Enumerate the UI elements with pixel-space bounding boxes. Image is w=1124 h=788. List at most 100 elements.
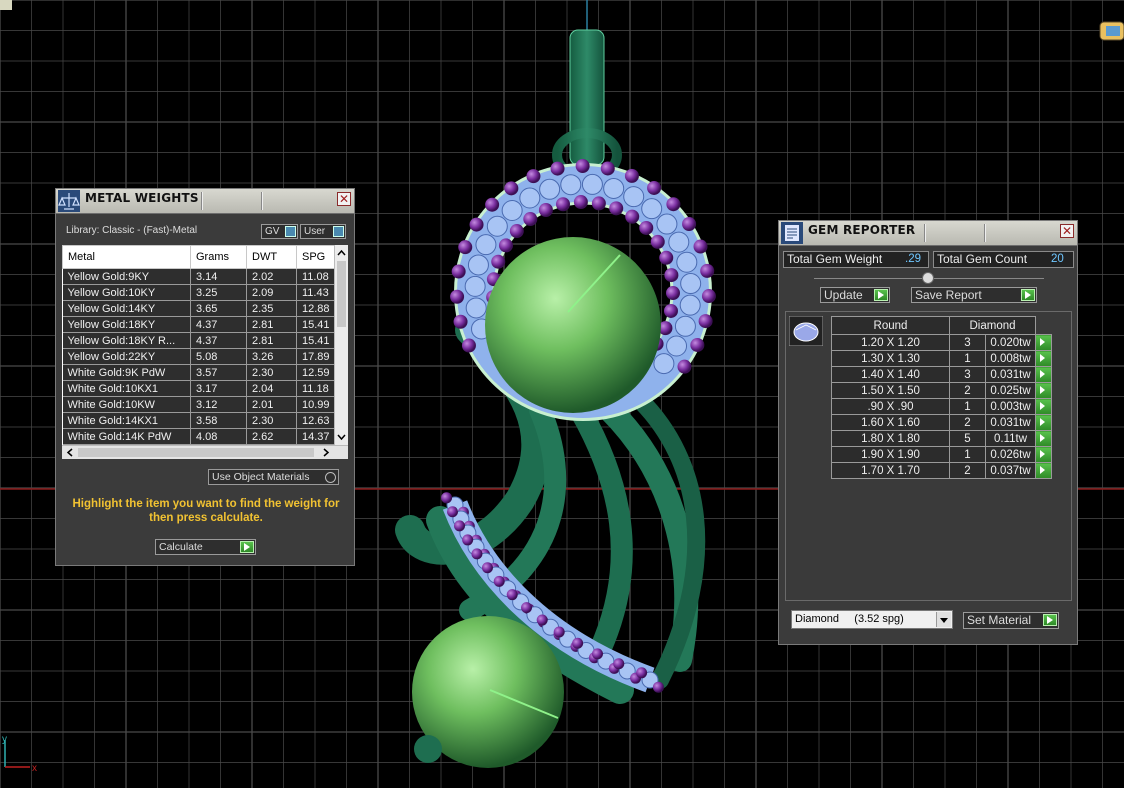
metal-table-vertical-scrollbar[interactable] — [334, 245, 348, 445]
prong-bead — [506, 589, 518, 601]
arrow-right-icon[interactable] — [1035, 446, 1052, 463]
metal-weights-panel: METAL WEIGHTS ✕ Library: Classic - (Fast… — [55, 188, 355, 566]
calculate-button[interactable]: Calculate — [155, 539, 256, 555]
prong-bead — [693, 239, 708, 254]
scroll-right-icon[interactable] — [320, 446, 332, 459]
prong-bead — [462, 534, 474, 546]
blue-gem — [623, 186, 645, 208]
prong-bead — [491, 254, 506, 269]
gem-table-row[interactable]: 1.60 X 1.60 2 0.031tw — [831, 414, 1052, 431]
gem-reporter-title: GEM REPORTER — [808, 223, 916, 237]
report-icon — [781, 222, 803, 244]
metal-table-column-header[interactable]: Metal — [62, 245, 191, 269]
prong-bead — [450, 289, 465, 304]
h-scroll-thumb[interactable] — [78, 448, 314, 457]
prong-bead — [624, 168, 639, 183]
update-button-label: Update — [824, 288, 863, 302]
metal-table-cell: 3.57 — [190, 364, 247, 381]
blue-gem — [539, 178, 561, 200]
scroll-left-icon[interactable] — [64, 446, 76, 459]
metal-table-cell: 2.35 — [246, 300, 297, 317]
prong-bead — [591, 196, 606, 211]
slider-handle[interactable] — [922, 272, 934, 284]
scroll-down-icon[interactable] — [335, 431, 348, 443]
metal-table-cell: 3.26 — [246, 348, 297, 365]
total-gem-weight-label: Total Gem Weight — [787, 252, 883, 266]
gem-table-row[interactable]: .90 X .90 1 0.003tw — [831, 398, 1052, 415]
gem-size-cell: 1.60 X 1.60 — [831, 414, 950, 431]
metal-weights-title: METAL WEIGHTS — [85, 191, 199, 205]
scroll-up-icon[interactable] — [335, 247, 348, 259]
metal-table-column-header[interactable]: DWT — [246, 245, 297, 269]
metal-table-row[interactable]: Yellow Gold:9KY 3.14 2.02 11.08 — [62, 268, 348, 285]
scroll-thumb[interactable] — [337, 261, 346, 327]
gem-table-row[interactable]: 1.50 X 1.50 2 0.025tw — [831, 382, 1052, 399]
arrow-right-icon[interactable] — [1035, 430, 1052, 447]
set-material-button[interactable]: Set Material — [963, 612, 1059, 629]
arrow-right-icon[interactable] — [1035, 414, 1052, 431]
gem-weight-cell: 0.008tw — [985, 350, 1036, 367]
blue-gem — [465, 297, 487, 319]
metal-table-row[interactable]: White Gold:10KX1 3.17 2.04 11.18 — [62, 380, 348, 397]
update-button[interactable]: Update — [820, 287, 890, 303]
arrow-right-icon[interactable] — [1035, 334, 1052, 351]
gem-table-row[interactable]: 1.80 X 1.80 5 0.11tw — [831, 430, 1052, 447]
arrow-right-icon[interactable] — [1035, 398, 1052, 415]
view-cube-icon[interactable] — [1099, 21, 1124, 41]
metal-table-row[interactable]: Yellow Gold:18KY 4.37 2.81 15.41 — [62, 316, 348, 333]
metal-table-cell: 4.37 — [190, 332, 247, 349]
gem-table-row[interactable]: 1.30 X 1.30 1 0.008tw — [831, 350, 1052, 367]
arrow-right-icon[interactable] — [1035, 350, 1052, 367]
blue-gem — [653, 353, 675, 375]
chevron-down-icon[interactable] — [936, 612, 951, 627]
material-select[interactable]: Diamond (3.52 spg) — [791, 610, 953, 629]
save-report-button[interactable]: Save Report — [911, 287, 1037, 303]
prong-bead — [647, 180, 662, 195]
blue-gem — [475, 234, 497, 256]
gem-table-row[interactable]: 1.40 X 1.40 3 0.031tw — [831, 366, 1052, 383]
gem-table-row[interactable]: 1.70 X 1.70 2 0.037tw — [831, 462, 1052, 479]
prong-bead — [663, 303, 678, 318]
use-object-materials-toggle[interactable]: Use Object Materials — [208, 469, 339, 485]
arrow-right-icon[interactable] — [1035, 366, 1052, 383]
metal-table-row[interactable]: White Gold:10KW 3.12 2.01 10.99 — [62, 396, 348, 413]
gem-table-row[interactable]: 1.20 X 1.20 3 0.020tw — [831, 334, 1052, 351]
metal-weights-titlebar[interactable]: METAL WEIGHTS ✕ — [56, 189, 354, 214]
metal-table-row[interactable]: Yellow Gold:22KY 5.08 3.26 17.89 — [62, 348, 348, 365]
gem-reporter-close-button[interactable]: ✕ — [1060, 224, 1074, 238]
prong-bead — [441, 492, 453, 504]
gem-table-row[interactable]: 1.90 X 1.90 1 0.026tw — [831, 446, 1052, 463]
gem-reporter-titlebar[interactable]: GEM REPORTER ✕ — [779, 221, 1077, 246]
prong-bead — [666, 197, 681, 212]
arrow-right-icon[interactable] — [1035, 462, 1052, 479]
metal-table-cell: 2.02 — [246, 268, 297, 285]
gv-toggle[interactable]: GV — [261, 224, 298, 239]
metal-table-cell: Yellow Gold:18KY R... — [62, 332, 191, 349]
metal-table-row[interactable]: Yellow Gold:18KY R... 4.37 2.81 15.41 — [62, 332, 348, 349]
metal-table-column-header[interactable]: Grams — [190, 245, 247, 269]
prong-bead — [572, 637, 584, 649]
prong-bead — [701, 289, 716, 304]
metal-table-row[interactable]: White Gold:14KX1 3.58 2.30 12.63 — [62, 412, 348, 429]
gem-count-cell: 3 — [949, 334, 986, 351]
metal-table-row[interactable]: Yellow Gold:14KY 3.65 2.35 12.88 — [62, 300, 348, 317]
user-toggle[interactable]: User — [300, 224, 346, 239]
prong-bead — [453, 314, 468, 329]
metal-table-cell: 3.65 — [190, 300, 247, 317]
metal-table: Metal Grams DWT SPG Yellow Gold:9KY 3.14 2.02… — [62, 245, 348, 445]
gem-weight-cell: 0.11tw — [985, 430, 1036, 447]
gem-size-cell: .90 X .90 — [831, 398, 950, 415]
arrow-right-icon — [1043, 614, 1057, 626]
prong-bead — [471, 548, 483, 560]
prong-bead — [600, 161, 615, 176]
metal-table-horizontal-scrollbar[interactable] — [62, 445, 348, 459]
metal-table-row[interactable]: White Gold:14K PdW 4.08 2.62 14.37 — [62, 428, 348, 445]
metal-table-row[interactable]: Yellow Gold:10KY 3.25 2.09 11.43 — [62, 284, 348, 301]
viewport-corner-icon[interactable] — [0, 0, 12, 10]
gem-size-cell: 1.30 X 1.30 — [831, 350, 950, 367]
metal-weights-close-button[interactable]: ✕ — [337, 192, 351, 206]
gem-list: Round Diamond 1.20 X 1.20 3 0.020tw 1.30 X … — [785, 311, 1072, 601]
metal-table-row[interactable]: White Gold:9K PdW 3.57 2.30 12.59 — [62, 364, 348, 381]
arrow-right-icon[interactable] — [1035, 382, 1052, 399]
round-gem-icon[interactable] — [789, 316, 823, 346]
